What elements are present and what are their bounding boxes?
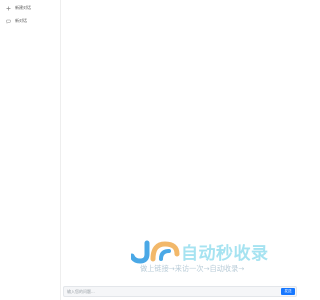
sidebar-item-label: 新对话 — [15, 18, 27, 23]
watermark-subtitle: 做上链接→来访一次→自动收录→ — [140, 264, 245, 273]
new-chat-button[interactable]: 新建对话 — [6, 4, 31, 12]
message-input[interactable] — [67, 287, 277, 296]
chat-bubble-icon — [6, 19, 11, 24]
message-input-bar: 发送 — [63, 286, 297, 297]
watermark-logo — [131, 240, 180, 264]
sidebar: 新建对话 新对话 — [0, 0, 61, 300]
watermark: 自动秒收录 做上链接→来访一次→自动收录→ — [131, 238, 291, 278]
send-button[interactable]: 发送 — [281, 288, 295, 295]
sidebar-item-new-conversation[interactable]: 新对话 — [6, 17, 27, 25]
watermark-title: 自动秒收录 — [181, 244, 269, 264]
chat-app: 新建对话 新对话 自动秒收录 做上链接→来访一次→自动收录→ 发送 — [0, 0, 300, 300]
new-chat-label: 新建对话 — [15, 5, 31, 10]
plus-icon — [6, 6, 11, 11]
